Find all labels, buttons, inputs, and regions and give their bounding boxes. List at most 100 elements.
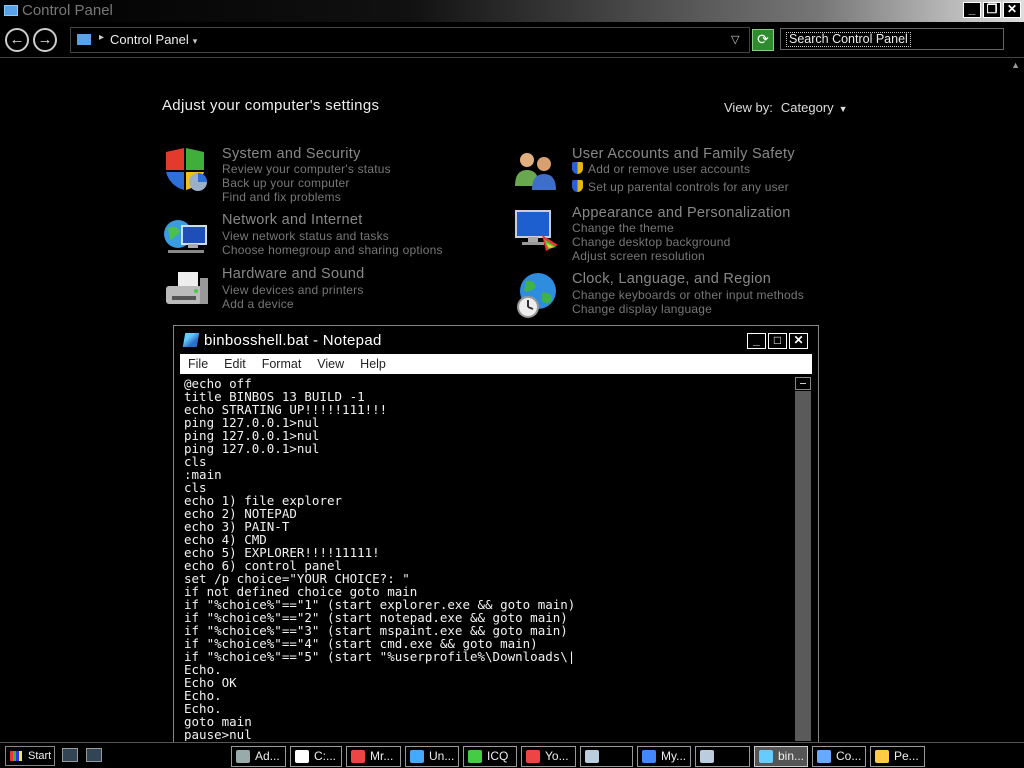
text-line[interactable]: Echo. — [184, 702, 794, 715]
start-button[interactable]: Start — [5, 746, 55, 766]
category-link[interactable]: Back up your computer — [222, 176, 350, 190]
quick-launch — [62, 748, 102, 762]
text-line[interactable]: pause>nul — [184, 728, 794, 741]
category-link[interactable]: View devices and printers — [222, 283, 364, 297]
breadcrumb-location[interactable]: Control Panel — [110, 32, 189, 47]
category-link[interactable]: View network status and tasks — [222, 229, 389, 243]
text-line[interactable]: ping 127.0.0.1>nul — [184, 442, 794, 455]
category-link-label[interactable]: Set up parental controls for any user — [588, 180, 789, 194]
taskbar-button[interactable]: Yo... — [521, 746, 576, 767]
chevron-down-icon[interactable]: ▾ — [193, 36, 198, 46]
category-hardware-sound[interactable]: Hardware and Sound View devices and prin… — [162, 266, 482, 316]
uac-shield-icon — [572, 162, 583, 174]
text-line[interactable]: cls — [184, 455, 794, 468]
close-button[interactable]: ✕ — [789, 333, 808, 349]
notepad-menubar: File Edit Format View Help — [180, 354, 812, 374]
text-line[interactable]: Echo. — [184, 689, 794, 702]
category-link[interactable]: Set up parental controls for any user — [572, 180, 789, 194]
show-desktop-icon[interactable] — [62, 748, 78, 762]
category-link[interactable]: Change display language — [572, 302, 712, 316]
windows-logo-icon — [10, 751, 22, 761]
address-history-dropdown[interactable]: ▽ — [731, 33, 739, 46]
taskbar-button[interactable]: Un... — [405, 746, 459, 767]
category-title[interactable]: Clock, Language, and Region — [572, 271, 771, 287]
taskbar-button[interactable] — [580, 746, 633, 767]
menu-view[interactable]: View — [317, 357, 344, 371]
taskbar-button[interactable]: Pe... — [870, 746, 925, 767]
category-title[interactable]: User Accounts and Family Safety — [572, 146, 795, 162]
scrollbar-track[interactable] — [795, 391, 811, 741]
forward-button[interactable]: → — [33, 28, 57, 52]
taskbar-button[interactable]: C:... — [290, 746, 342, 767]
search-input[interactable]: Search Control Panel — [780, 28, 1004, 50]
back-button[interactable]: ← — [5, 28, 29, 52]
maximize-button[interactable]: □ — [768, 333, 787, 349]
category-link[interactable]: Adjust screen resolution — [572, 249, 705, 263]
breadcrumb-arrow-icon[interactable]: ▸ — [99, 32, 104, 43]
category-link[interactable]: Add or remove user accounts — [572, 162, 750, 176]
uac-shield-icon — [572, 180, 583, 192]
app-icon — [410, 750, 424, 763]
category-system-security[interactable]: System and Security Review your computer… — [162, 146, 482, 206]
taskbar-button[interactable]: Mr... — [346, 746, 401, 767]
back-arrow-icon: ← — [9, 31, 25, 48]
category-title[interactable]: Network and Internet — [222, 212, 363, 228]
category-title[interactable]: Hardware and Sound — [222, 266, 364, 282]
text-line[interactable]: Echo. — [184, 663, 794, 676]
notepad-window-controls: _ □ ✕ — [747, 333, 808, 349]
category-link[interactable]: Add a device — [222, 297, 294, 311]
category-link[interactable]: Change keyboards or other input methods — [572, 288, 804, 302]
taskbar-button-label: Un... — [429, 749, 455, 763]
close-button[interactable]: ✕ — [1003, 2, 1021, 18]
category-link[interactable]: Choose homegroup and sharing options — [222, 243, 443, 257]
taskbar-button[interactable]: My... — [637, 746, 691, 767]
breadcrumb[interactable]: Control Panel ▾ — [110, 32, 197, 47]
menu-file[interactable]: File — [188, 357, 208, 371]
menu-edit[interactable]: Edit — [224, 357, 246, 371]
text-line[interactable]: goto main — [184, 715, 794, 728]
taskbar-button[interactable]: bin... — [754, 746, 808, 767]
category-title[interactable]: System and Security — [222, 146, 361, 162]
switch-windows-icon[interactable] — [86, 748, 102, 762]
control-panel-titlebar[interactable]: Control Panel _ ❐ ✕ — [0, 0, 1024, 22]
app-icon — [875, 750, 889, 763]
menu-help[interactable]: Help — [360, 357, 386, 371]
restore-button[interactable]: ❐ — [983, 2, 1001, 18]
globe-clock-icon — [517, 273, 556, 318]
category-title[interactable]: Appearance and Personalization — [572, 205, 791, 221]
taskbar-button[interactable]: ICQ — [463, 746, 517, 767]
category-link[interactable]: Review your computer's status — [222, 162, 391, 176]
category-appearance[interactable]: Appearance and Personalization Change th… — [512, 205, 832, 265]
category-link[interactable]: Change desktop background — [572, 235, 730, 249]
taskbar-button[interactable]: Ad... — [231, 746, 286, 767]
category-network-internet[interactable]: Network and Internet View network status… — [162, 212, 482, 262]
category-link[interactable]: Find and fix problems — [222, 190, 341, 204]
category-link-label[interactable]: Add or remove user accounts — [588, 162, 750, 176]
text-line[interactable]: echo 3) PAIN-T — [184, 520, 794, 533]
view-by[interactable]: View by: Category ▼ — [724, 100, 848, 115]
view-by-value[interactable]: Category — [781, 100, 834, 115]
minimize-button[interactable]: _ — [963, 2, 981, 18]
address-bar[interactable]: ▸ Control Panel ▾ ▽ — [70, 27, 750, 53]
notepad-titlebar[interactable]: binbosshell.bat - Notepad _ □ ✕ — [174, 326, 818, 354]
menu-format[interactable]: Format — [262, 357, 302, 371]
refresh-button[interactable]: ⟳ — [752, 29, 774, 51]
scroll-up-icon[interactable]: ▲ — [1011, 60, 1020, 70]
category-user-accounts[interactable]: User Accounts and Family Safety Add or r… — [512, 146, 832, 196]
control-panel-icon — [77, 34, 91, 45]
text-line[interactable]: if "%choice%"=="5" (start "%userprofile%… — [184, 650, 794, 663]
vertical-scrollbar[interactable] — [794, 375, 812, 741]
category-link[interactable]: Change the theme — [572, 221, 674, 235]
notepad-window[interactable]: binbosshell.bat - Notepad _ □ ✕ File Edi… — [173, 325, 819, 745]
taskbar-button[interactable]: Co... — [812, 746, 866, 767]
view-by-label: View by: — [724, 100, 773, 115]
minimize-button[interactable]: _ — [747, 333, 766, 349]
notepad-text-area[interactable]: @echo off title BINBOS 13 BUILD -1 echo ST… — [180, 375, 794, 741]
scroll-up-button[interactable] — [795, 377, 811, 390]
taskbar-button[interactable] — [695, 746, 750, 767]
text-line[interactable]: Echo OK — [184, 676, 794, 689]
chevron-down-icon[interactable]: ▼ — [839, 104, 848, 114]
category-clock-language-region[interactable]: Clock, Language, and Region Change keybo… — [512, 271, 832, 321]
text-line[interactable]: :main — [184, 468, 794, 481]
printer-icon — [166, 272, 208, 304]
